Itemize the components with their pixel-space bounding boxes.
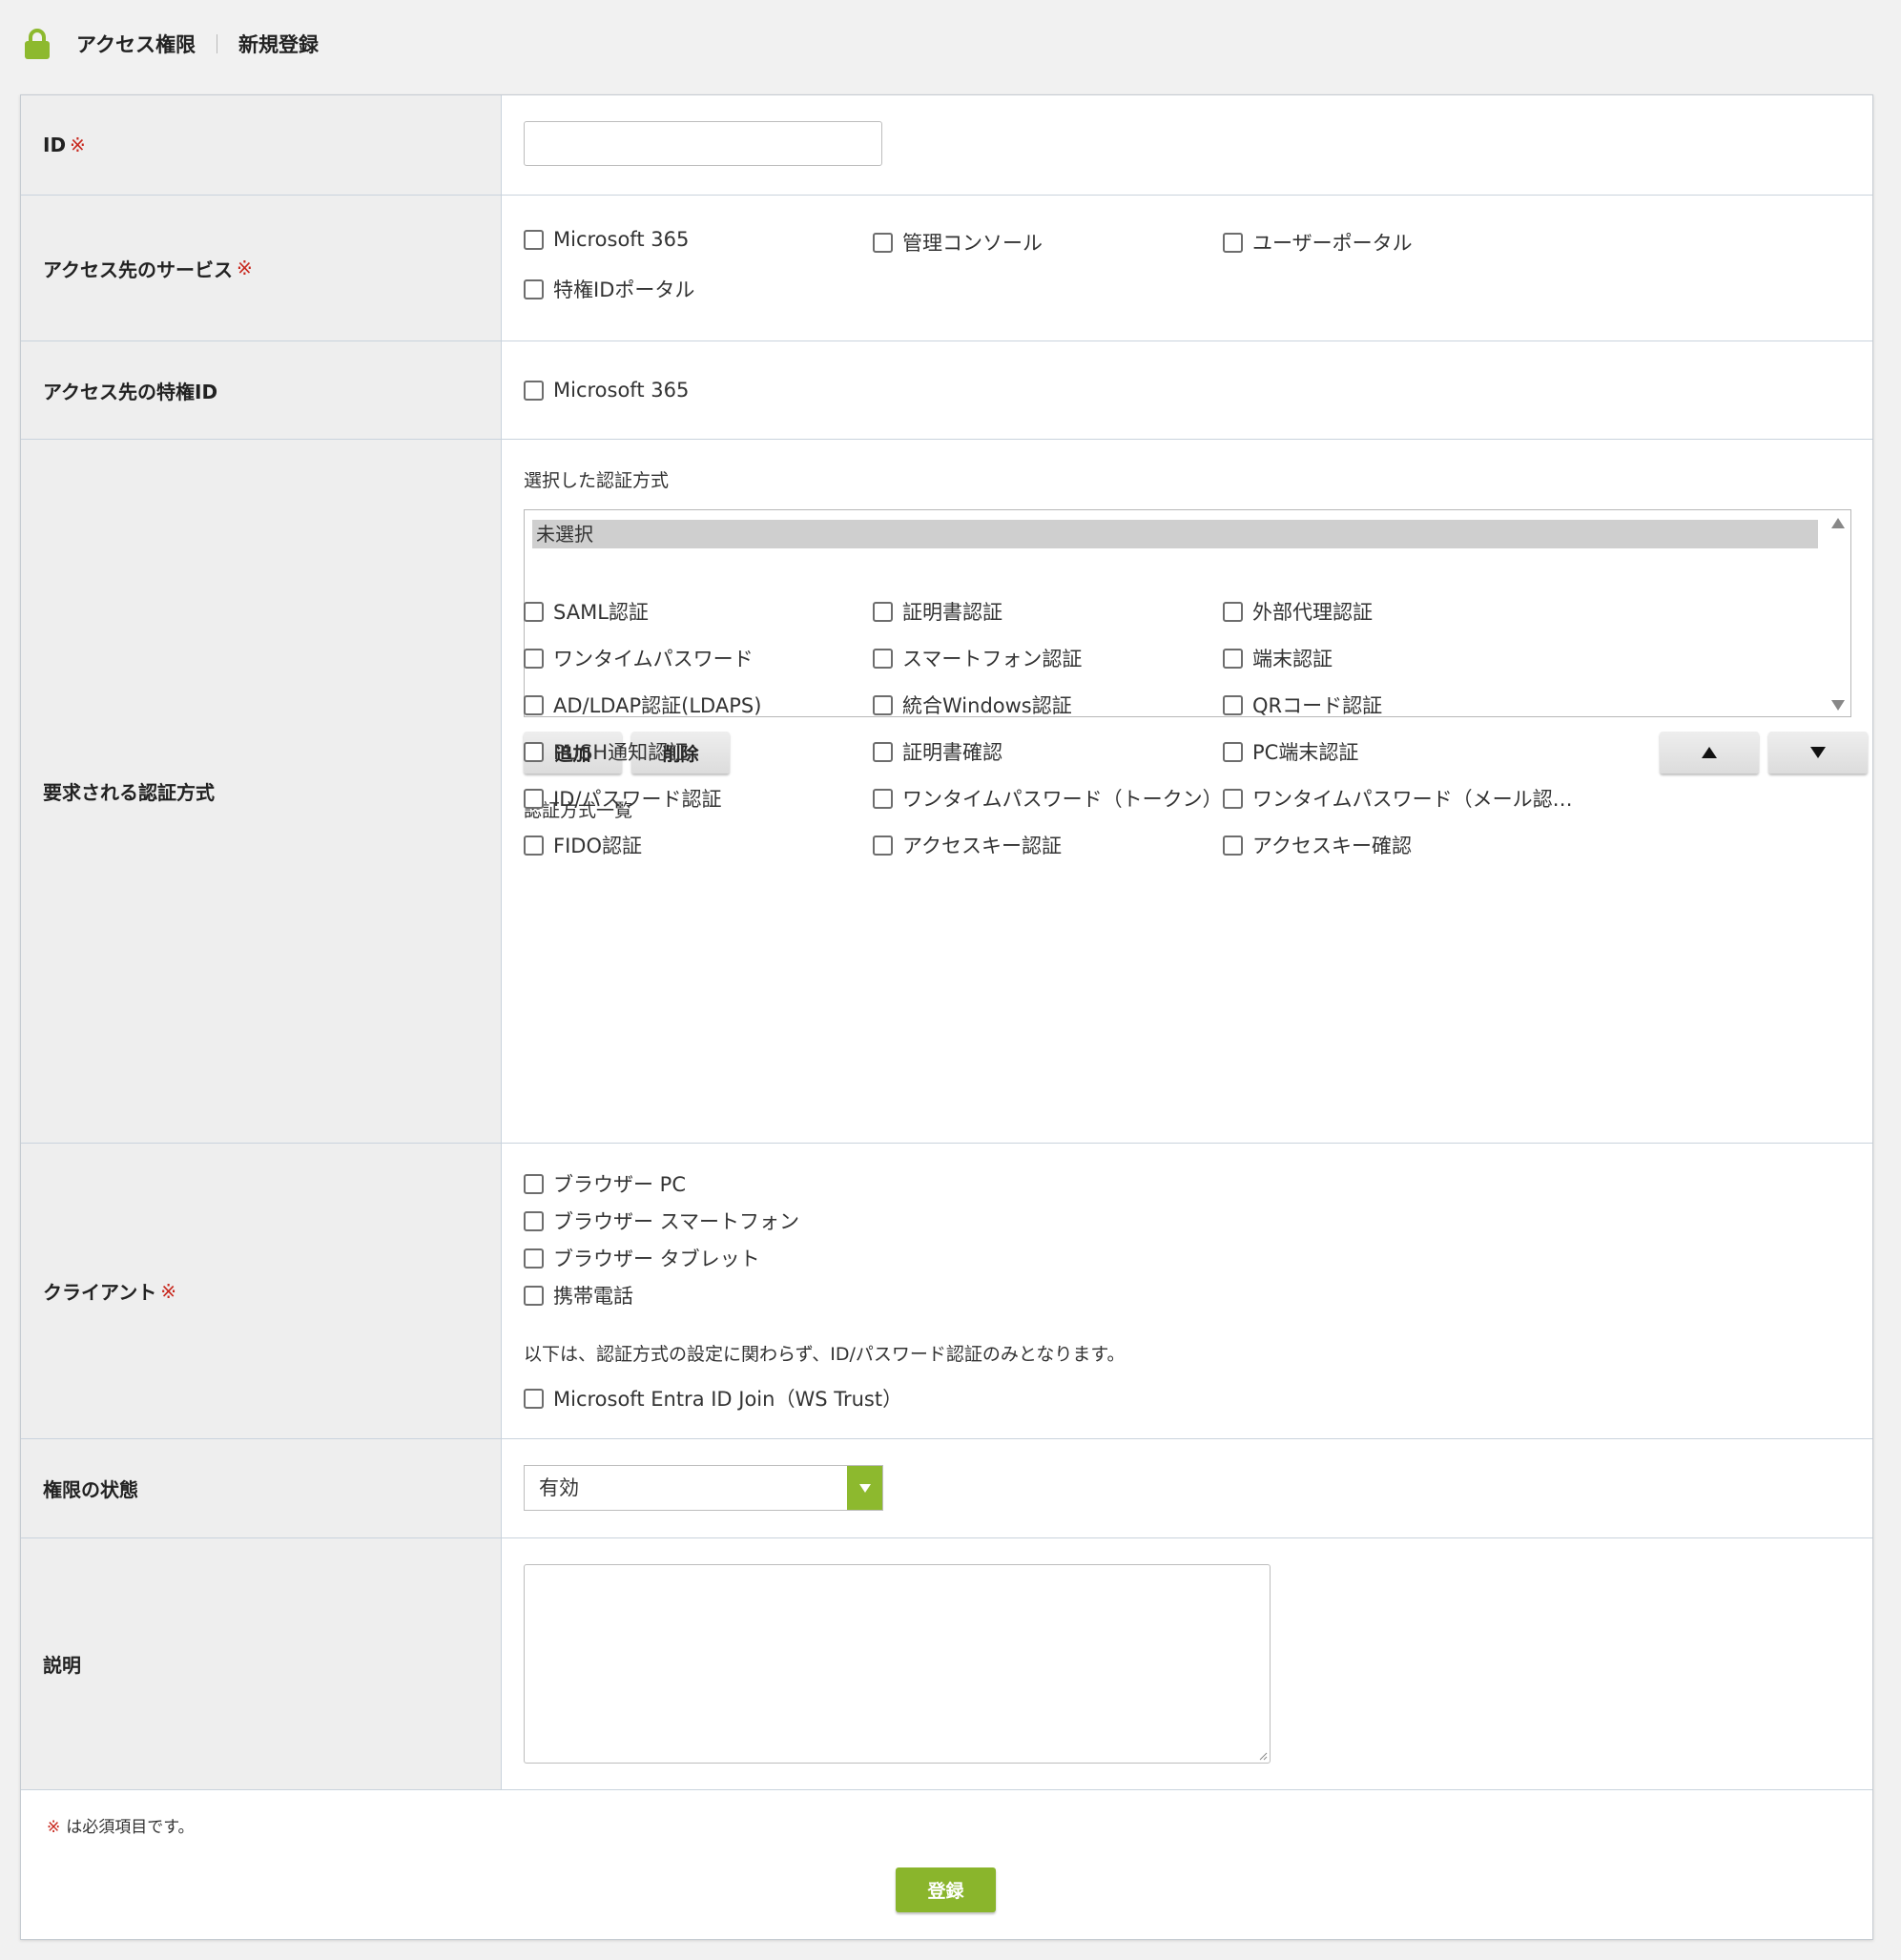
page-title: 新規登録: [238, 33, 319, 56]
checkbox[interactable]: [524, 279, 544, 299]
checkbox[interactable]: [524, 1388, 544, 1409]
auth-option-external-proxy[interactable]: 外部代理認証: [1223, 597, 1373, 626]
auth-option-smartphone[interactable]: スマートフォン認証: [873, 644, 1082, 672]
scroll-up-icon[interactable]: [1831, 518, 1845, 528]
checkbox[interactable]: [524, 648, 544, 669]
checkbox[interactable]: [524, 1248, 544, 1269]
auth-option-saml[interactable]: SAML認証: [524, 597, 649, 626]
move-up-button[interactable]: [1660, 732, 1759, 774]
checkbox[interactable]: [524, 1285, 544, 1306]
service-option-user-portal[interactable]: ユーザーポータル: [1223, 228, 1413, 257]
checkbox[interactable]: [1223, 835, 1243, 856]
services-label: アクセス先のサービス ※: [21, 196, 502, 340]
auth-option-pc-device[interactable]: PC端末認証: [1223, 737, 1358, 766]
auth-option-otp[interactable]: ワンタイムパスワード: [524, 644, 754, 672]
checkbox[interactable]: [873, 694, 893, 715]
checkbox[interactable]: [524, 601, 544, 622]
checkbox[interactable]: [1223, 788, 1243, 809]
privileged-id-option-microsoft-365[interactable]: Microsoft 365: [524, 379, 689, 402]
checkbox[interactable]: [873, 601, 893, 622]
auth-option-fido[interactable]: FIDO認証: [524, 831, 642, 859]
triangle-down-icon: [1810, 747, 1826, 758]
checkbox[interactable]: [1223, 601, 1243, 622]
auth-option-certificate-check[interactable]: 証明書確認: [873, 737, 1002, 766]
service-option-microsoft-365[interactable]: Microsoft 365: [524, 228, 689, 251]
triangle-up-icon: [1702, 747, 1717, 758]
checkbox[interactable]: [524, 1173, 544, 1194]
checkbox[interactable]: [1223, 694, 1243, 715]
client-option-browser-tablet[interactable]: ブラウザー タブレット: [524, 1244, 760, 1272]
auth-option-access-key-check[interactable]: アクセスキー確認: [1223, 831, 1412, 859]
required-note: ※ は必須項目です。: [47, 1818, 195, 1837]
client-option-entra-id-join[interactable]: Microsoft Entra ID Join（WS Trust）: [524, 1384, 902, 1413]
client-label: クライアント ※: [21, 1144, 502, 1438]
checkbox[interactable]: [1223, 741, 1243, 762]
row-id: ID ※: [21, 95, 1872, 196]
checkbox[interactable]: [873, 788, 893, 809]
row-description: 説明: [21, 1538, 1872, 1790]
checkbox[interactable]: [524, 741, 544, 762]
status-select-value: 有効: [539, 1476, 579, 1499]
privileged-id-label: アクセス先の特権ID: [21, 341, 502, 439]
checkbox[interactable]: [873, 232, 893, 253]
auth-option-ad-ldap[interactable]: AD/LDAP認証(LDAPS): [524, 691, 761, 719]
breadcrumb-item-access-rights[interactable]: アクセス権限: [76, 30, 196, 58]
auth-option-push[interactable]: PUSH通知認証: [524, 737, 688, 766]
list-item[interactable]: 未選択: [532, 520, 1818, 548]
move-down-button[interactable]: [1768, 732, 1868, 774]
description-label: 説明: [21, 1538, 502, 1789]
breadcrumb: アクセス権限 新規登録: [23, 25, 319, 63]
checkbox[interactable]: [1223, 648, 1243, 669]
service-option-privileged-id-portal[interactable]: 特権IDポータル: [524, 275, 694, 303]
required-mark: ※: [237, 257, 253, 279]
client-option-browser-smartphone[interactable]: ブラウザー スマートフォン: [524, 1207, 799, 1235]
chevron-down-icon: [858, 1483, 871, 1493]
required-mark: ※: [160, 1279, 176, 1303]
checkbox[interactable]: [873, 648, 893, 669]
row-services: アクセス先のサービス ※ Microsoft 365 管理コンソール ユーザーポー…: [21, 196, 1872, 341]
service-option-admin-console[interactable]: 管理コンソール: [873, 228, 1043, 257]
selected-auth-listbox[interactable]: 未選択: [524, 509, 1851, 717]
auth-option-certificate[interactable]: 証明書認証: [873, 597, 1002, 626]
required-mark: ※: [47, 1818, 61, 1837]
auth-option-qr-code[interactable]: QRコード認証: [1223, 691, 1382, 719]
required-mark: ※: [70, 134, 86, 156]
description-textarea[interactable]: [524, 1564, 1271, 1764]
checkbox[interactable]: [873, 741, 893, 762]
resize-handle-icon[interactable]: [1258, 1751, 1268, 1761]
auth-option-access-key[interactable]: アクセスキー認証: [873, 831, 1062, 859]
status-select[interactable]: 有効: [524, 1465, 883, 1511]
checkbox[interactable]: [524, 229, 544, 250]
selected-auth-caption: 選択した認証方式: [524, 470, 670, 491]
dropdown-button[interactable]: [847, 1466, 882, 1510]
client-note: 以下は、認証方式の設定に関わらず、ID/パスワード認証のみとなります。: [524, 1344, 1126, 1365]
status-label: 権限の状態: [21, 1439, 502, 1537]
register-button[interactable]: 登録: [896, 1867, 996, 1912]
checkbox[interactable]: [524, 380, 544, 401]
row-client: クライアント ※ ブラウザー PC ブラウザー スマートフォン ブラウザー タブレ…: [21, 1144, 1872, 1439]
row-auth-methods: 要求される認証方式 選択した認証方式 未選択 追加 削除 認証方式一覧 SAML…: [21, 440, 1872, 1144]
checkbox[interactable]: [524, 694, 544, 715]
row-status: 権限の状態 有効: [21, 1439, 1872, 1538]
lock-icon: [25, 29, 50, 59]
row-privileged-id: アクセス先の特権ID Microsoft 365: [21, 341, 1872, 440]
checkbox[interactable]: [1223, 232, 1243, 253]
client-option-browser-pc[interactable]: ブラウザー PC: [524, 1169, 686, 1198]
auth-option-device[interactable]: 端末認証: [1223, 644, 1333, 672]
auth-option-otp-token[interactable]: ワンタイムパスワード（トークン）: [873, 784, 1223, 813]
client-option-mobile-phone[interactable]: 携帯電話: [524, 1281, 633, 1310]
checkbox[interactable]: [873, 835, 893, 856]
checkbox[interactable]: [524, 835, 544, 856]
scroll-down-icon[interactable]: [1831, 700, 1845, 711]
auth-option-id-password[interactable]: ID/パスワード認証: [524, 784, 721, 813]
checkbox[interactable]: [524, 1210, 544, 1231]
auth-option-otp-email[interactable]: ワンタイムパスワード（メール認…: [1223, 784, 1573, 813]
id-input[interactable]: [524, 121, 882, 166]
checkbox[interactable]: [524, 788, 544, 809]
registration-form: ID ※ アクセス先のサービス ※ Microsoft 365 管理コンソール ユー…: [20, 94, 1873, 1940]
auth-methods-label: 要求される認証方式: [21, 440, 502, 1143]
id-label: ID ※: [21, 95, 502, 195]
auth-option-windows-integrated[interactable]: 統合Windows認証: [873, 691, 1072, 719]
